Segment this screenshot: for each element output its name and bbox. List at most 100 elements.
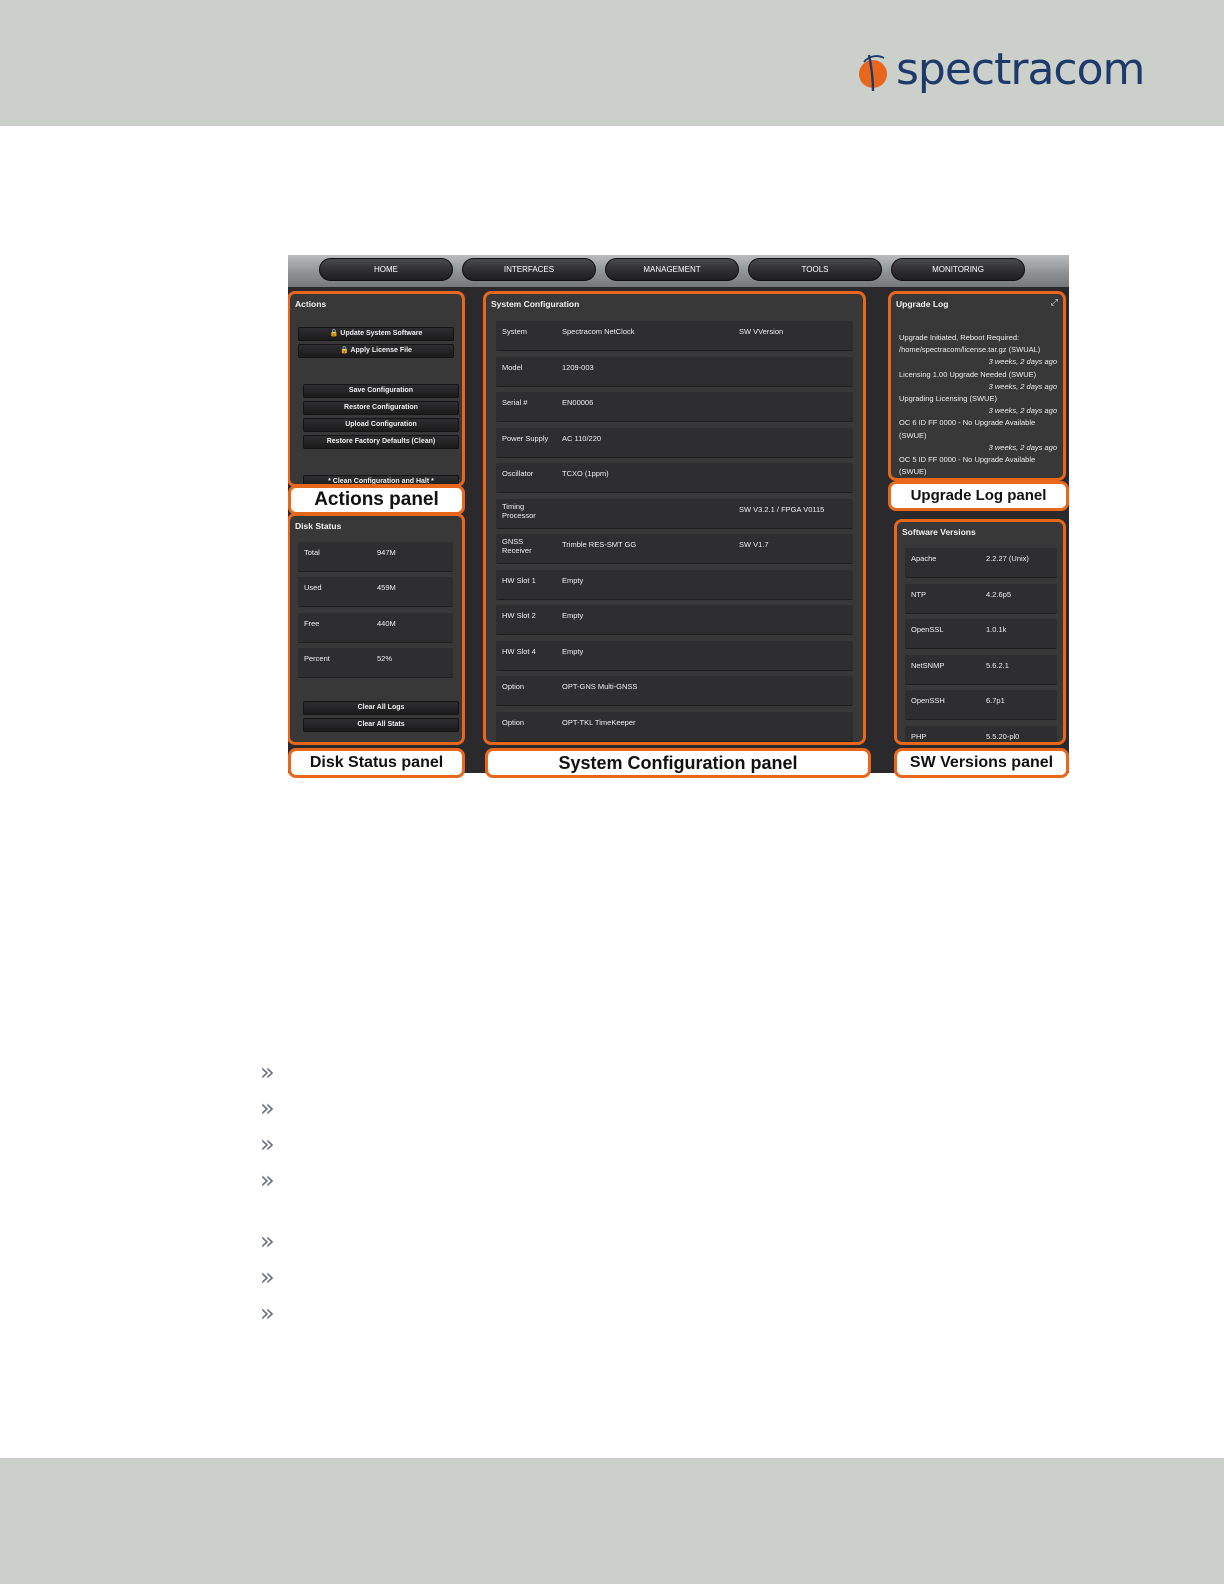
sysconfig-value: Spectracom NetClock (562, 327, 635, 336)
sysconfig-extra: SW V3.2.1 / FPGA V0115 (739, 504, 825, 514)
sysconfig-label: HW Slot 4 (502, 646, 536, 656)
nav-tools[interactable]: TOOLS (748, 258, 882, 281)
factory-defaults-button[interactable]: Restore Factory Defaults (Clean) (303, 435, 459, 449)
upgrade-log-line: 3 weeks, 2 days ago (988, 442, 1057, 452)
upgrade-log-line: 3 weeks, 2 days ago (988, 406, 1057, 416)
upgrade-log-line: Upgrade Initiated, Reboot Required: (899, 333, 1020, 342)
sysconfig-value: EN00006 (562, 398, 594, 407)
clear-logs-button[interactable]: Clear All Logs (303, 701, 459, 715)
upgrade-log-list: Upgrade Initiated, Reboot Required: /home… (899, 332, 1057, 478)
upgrade-log-line: OC 6 ID FF 0000 - No Upgrade Available (899, 418, 1036, 428)
apply-license-button[interactable]: 🔒 Apply License File (298, 344, 454, 358)
software-value: 5.6.2.1 (986, 660, 1009, 670)
disk-row: Free 440M (298, 613, 453, 643)
sysconfig-label: System (502, 327, 528, 336)
software-label: PHP (911, 731, 927, 741)
disk-label: Percent (304, 654, 330, 663)
sysconfig-row: Timing Processor SW V3.2.1 / FPGA V0115 (496, 498, 853, 529)
upgrade-log-line: (SWUE) (899, 467, 927, 477)
sysconfig-extra: SW V1.7 (739, 540, 769, 549)
disk-status-panel-caption: Disk Status panel (288, 748, 465, 778)
sysconfig-value: AC 110/220 (562, 433, 602, 443)
software-label: NTP (911, 589, 926, 599)
software-row: PHP 5.5.20-pl0 (905, 725, 1057, 742)
system-configuration-panel: System Configuration System Spectracom Ne… (483, 291, 866, 745)
sysconfig-row: HW Slot 4 Empty (496, 640, 853, 671)
software-label: OpenSSH (911, 696, 945, 705)
sysconfig-value: TCXO (1ppm) (562, 469, 609, 478)
sysconfig-row: Model 1209-003 (496, 356, 853, 387)
upgrade-log-line: /home/spectracom/license.tar.gz (SWUAL) (899, 345, 1041, 355)
spectracom-logo: spectracom (858, 44, 1145, 104)
save-config-button[interactable]: Save Configuration (303, 384, 459, 398)
upgrade-log-line: 3 weeks, 2 days ago (988, 357, 1057, 367)
sysconfig-row: HW Slot 2 Empty (496, 605, 853, 635)
disk-label: Total (304, 548, 320, 557)
logo-mark-icon (859, 54, 887, 92)
disk-value: 52% (377, 654, 393, 663)
sysconfig-row: Option OPT-TKL TimeKeeper (496, 711, 853, 742)
sysconfig-label: Option (502, 682, 525, 691)
sysconfig-value: Trimble RES-SMT GG (562, 540, 637, 549)
upgrade-log-panel: Upgrade Log ⤢ Upgrade Initiated, Reboot … (888, 291, 1066, 481)
disk-status-panel: Disk Status Total 947M Used 459M Free 44… (288, 513, 465, 745)
system-configuration-title: System Configuration (491, 299, 580, 309)
actions-panel-caption: Actions panel (288, 485, 465, 515)
nav-interfaces[interactable]: INTERFACES (462, 258, 596, 281)
upgrade-log-panel-caption: Upgrade Log panel (888, 481, 1069, 511)
sysconfig-row: Serial # EN00006 (496, 392, 853, 422)
upgrade-log-line: Licensing 1.00 Upgrade Needed (SWUE) (899, 369, 1037, 379)
sysconfig-row: Power Supply AC 110/220 (496, 427, 853, 458)
sysconfig-row: GNSS Receiver Trimble RES-SMT GG SW V1.7 (496, 534, 853, 564)
sysconfig-row: Oscillator TCXO (1ppm) (496, 463, 853, 493)
sysconfig-row: Option OPT-GNS Multi-GNSS (496, 676, 853, 706)
software-row: NTP 4.2.6p5 (905, 583, 1057, 614)
nav-monitoring[interactable]: MONITORING (891, 258, 1025, 281)
sysconfig-extra: SW VVersion (739, 327, 784, 336)
bullet-icon: » (260, 1094, 275, 1122)
disk-row: Used 459M (298, 577, 453, 607)
system-configuration-panel-caption: System Configuration panel (485, 748, 871, 778)
sysconfig-value: Empty (562, 611, 584, 620)
software-versions-title: Software Versions (902, 527, 976, 537)
upgrade-log-line: Upgrading Licensing (SWUE) (899, 394, 997, 404)
software-row: OpenSSL 1.0.1k (905, 619, 1057, 649)
software-value: 4.2.6p5 (986, 589, 1012, 599)
software-label: NetSNMP (911, 660, 945, 670)
sysconfig-label: HW Slot 1 (502, 575, 536, 585)
nav-home[interactable]: HOME (319, 258, 453, 281)
upgrade-log-line: (SWUE) (899, 430, 927, 440)
bullet-icon: » (260, 1130, 275, 1158)
software-versions-panel: Software Versions Apache 2.2.27 (Unix) NTP… (894, 519, 1066, 745)
sysconfig-label: Model (502, 362, 523, 372)
restore-config-button[interactable]: Restore Configuration (303, 401, 459, 415)
bullet-icon: » (260, 1263, 275, 1291)
expand-icon[interactable]: ⤢ (1051, 297, 1058, 308)
sysconfig-value: Empty (562, 575, 584, 585)
upgrade-log-title: Upgrade Log (896, 299, 949, 309)
update-software-button[interactable]: 🔒 Update System Software (298, 327, 454, 341)
software-row: NetSNMP 5.6.2.1 (905, 654, 1057, 685)
software-row: OpenSSH 6.7p1 (905, 690, 1057, 720)
sysconfig-label: HW Slot 2 (502, 611, 536, 620)
clear-stats-button[interactable]: Clear All Stats (303, 718, 459, 732)
software-value: 2.2.27 (Unix) (986, 554, 1029, 563)
actions-title: Actions (295, 299, 327, 309)
page-header-band: spectracom (0, 0, 1224, 126)
sw-versions-panel-caption: SW Versions panel (894, 748, 1069, 778)
sysconfig-value: Empty (562, 646, 584, 656)
sysconfig-row: HW Slot 1 Empty (496, 569, 853, 600)
bullet-icon: » (260, 1299, 275, 1327)
disk-label: Free (304, 619, 320, 628)
sysconfig-label: GNSS Receiver (502, 537, 532, 555)
disk-value: 440M (377, 619, 396, 628)
page-footer-band (0, 1458, 1224, 1584)
disk-status-title: Disk Status (295, 521, 342, 531)
bullet-icon: » (260, 1227, 275, 1255)
software-label: OpenSSL (911, 625, 944, 634)
software-row: Apache 2.2.27 (Unix) (905, 548, 1057, 578)
software-value: 6.7p1 (986, 696, 1005, 705)
upload-config-button[interactable]: Upload Configuration (303, 418, 459, 432)
disk-value: 947M (377, 548, 396, 557)
nav-management[interactable]: MANAGEMENT (605, 258, 739, 281)
